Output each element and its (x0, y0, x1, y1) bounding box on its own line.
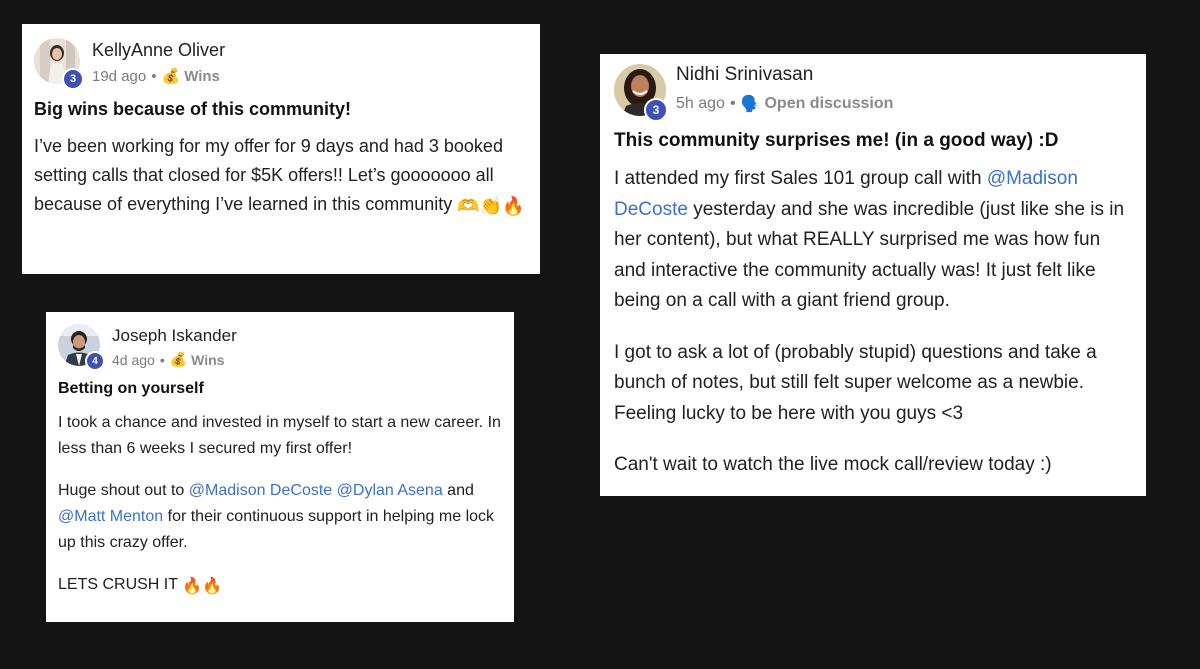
avatar[interactable]: 3 (34, 38, 84, 90)
post-meta: 19d ago • 💰 Wins (92, 67, 225, 86)
money-bag-icon: 💰 (161, 68, 181, 85)
post-author-block: Joseph Iskander 4d ago • 💰 Wins (112, 324, 237, 368)
post-card-kellyanne: 3 KellyAnne Oliver 19d ago • 💰 Wins Big … (22, 24, 540, 274)
category-label[interactable]: Open discussion (764, 95, 893, 113)
post-time[interactable]: 4d ago (112, 352, 155, 368)
post-paragraph: I attended my first Sales 101 group call… (614, 164, 1133, 317)
separator-dot: • (159, 351, 165, 368)
post-paragraph: I took a chance and invested in myself t… (58, 410, 502, 462)
post-paragraph: LETS CRUSH IT 🔥🔥 (58, 572, 502, 600)
post-author-block: KellyAnne Oliver 19d ago • 💰 Wins (92, 38, 225, 85)
post-text: I got to ask a lot of (probably stupid) … (614, 341, 1097, 424)
author-name[interactable]: KellyAnne Oliver (92, 40, 225, 61)
level-badge: 4 (85, 351, 105, 371)
post-title[interactable]: Betting on yourself (58, 380, 502, 398)
post-paragraph: I got to ask a lot of (probably stupid) … (614, 338, 1133, 430)
author-name[interactable]: Nidhi Srinivasan (676, 64, 893, 86)
post-author-block: Nidhi Srinivasan 5h ago • 🗣️ Open discus… (676, 64, 893, 114)
post-text: I’ve been working for my offer for 9 day… (34, 136, 503, 214)
avatar[interactable]: 4 (58, 324, 105, 371)
post-text: yesterday and she was incredible (just l… (614, 198, 1125, 312)
avatar[interactable]: 3 (614, 64, 668, 122)
post-text: Huge shout out to (58, 482, 189, 499)
post-text: and (442, 482, 474, 499)
emoji-reaction: 🔥🔥 (182, 578, 223, 595)
post-paragraph: Can't wait to watch the live mock call/r… (614, 450, 1133, 481)
post-header: 4 Joseph Iskander 4d ago • 💰 Wins (58, 324, 502, 371)
author-name[interactable]: Joseph Iskander (112, 326, 237, 346)
separator-dot: • (151, 67, 157, 85)
emoji-reaction: 🫶👏🔥 (457, 196, 525, 216)
post-meta: 4d ago • 💰 Wins (112, 351, 237, 368)
post-time[interactable]: 19d ago (92, 68, 146, 85)
post-text: LETS CRUSH IT (58, 576, 183, 593)
mention-link[interactable]: @Matt Menton (58, 508, 163, 525)
post-title[interactable]: This community surprises me! (in a good … (614, 130, 1133, 152)
post-meta: 5h ago • 🗣️ Open discussion (676, 94, 893, 114)
level-badge: 3 (644, 98, 668, 122)
post-paragraph: Huge shout out to @Madison DeCoste @Dyla… (58, 478, 502, 556)
speaking-head-icon: 🗣️ (740, 96, 761, 113)
post-card-joseph: 4 Joseph Iskander 4d ago • 💰 Wins Bettin… (46, 312, 514, 622)
mention-link[interactable]: @Madison DeCoste (189, 482, 332, 499)
post-text: I took a chance and invested in myself t… (58, 414, 501, 457)
post-body: I’ve been working for my offer for 9 day… (34, 132, 528, 221)
separator-dot: • (729, 95, 736, 112)
money-bag-icon: 💰 (169, 351, 188, 367)
post-card-nidhi: 3 Nidhi Srinivasan 5h ago • 🗣️ Open disc… (600, 54, 1146, 496)
mention-link[interactable]: @Dylan Asena (337, 482, 443, 499)
post-title[interactable]: Big wins because of this community! (34, 99, 528, 120)
category-label[interactable]: Wins (184, 68, 220, 85)
post-time[interactable]: 5h ago (676, 95, 725, 113)
level-badge: 3 (62, 68, 84, 90)
category-label[interactable]: Wins (191, 352, 224, 368)
post-text: I attended my first Sales 101 group call… (614, 168, 987, 189)
post-header: 3 KellyAnne Oliver 19d ago • 💰 Wins (34, 38, 528, 90)
post-header: 3 Nidhi Srinivasan 5h ago • 🗣️ Open disc… (614, 64, 1133, 122)
post-text: Can't wait to watch the live mock call/r… (614, 454, 1052, 475)
